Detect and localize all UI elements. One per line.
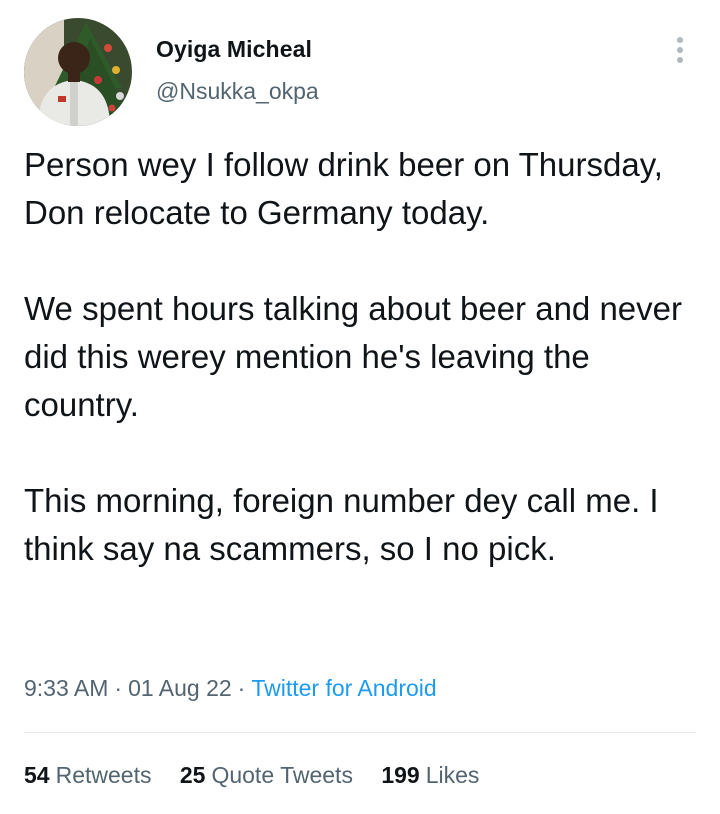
- display-name[interactable]: Oyiga Micheal: [156, 36, 312, 63]
- separator: ·: [237, 675, 246, 701]
- tweet-date[interactable]: 01 Aug 22: [128, 675, 232, 701]
- tweet-text: Person wey I follow drink beer on Thursd…: [24, 141, 694, 573]
- tweet-time[interactable]: 9:33 AM: [24, 675, 108, 701]
- likes-label: Likes: [425, 762, 480, 788]
- separator: ·: [114, 675, 123, 701]
- likes-stat[interactable]: 199 Likes: [381, 762, 479, 789]
- quote-tweets-count: 25: [179, 762, 206, 788]
- tweet-paragraph: This morning, foreign number dey call me…: [24, 482, 659, 567]
- tweet-paragraph: We spent hours talking about beer and ne…: [24, 290, 682, 423]
- user-handle[interactable]: @Nsukka_okpa: [156, 78, 319, 105]
- more-options-button[interactable]: [666, 34, 694, 66]
- tweet-paragraph: Person wey I follow drink beer on Thursd…: [24, 146, 663, 231]
- tweet-source-link[interactable]: Twitter for Android: [251, 675, 436, 701]
- retweets-label: Retweets: [55, 762, 152, 788]
- retweets-stat[interactable]: 54 Retweets: [24, 762, 151, 789]
- avatar[interactable]: [24, 18, 132, 126]
- avatar-photo: [24, 18, 132, 126]
- tweet-metadata: 9:33 AM · 01 Aug 22 · Twitter for Android: [24, 675, 437, 702]
- quote-tweets-label: Quote Tweets: [211, 762, 353, 788]
- divider: [24, 732, 696, 733]
- likes-count: 199: [381, 762, 420, 788]
- quote-tweets-stat[interactable]: 25 Quote Tweets: [180, 762, 353, 789]
- engagement-stats: 54 Retweets 25 Quote Tweets 199 Likes: [24, 762, 501, 789]
- tweet-card: Oyiga Micheal @Nsukka_okpa Person wey I …: [0, 0, 720, 814]
- retweets-count: 54: [24, 762, 50, 788]
